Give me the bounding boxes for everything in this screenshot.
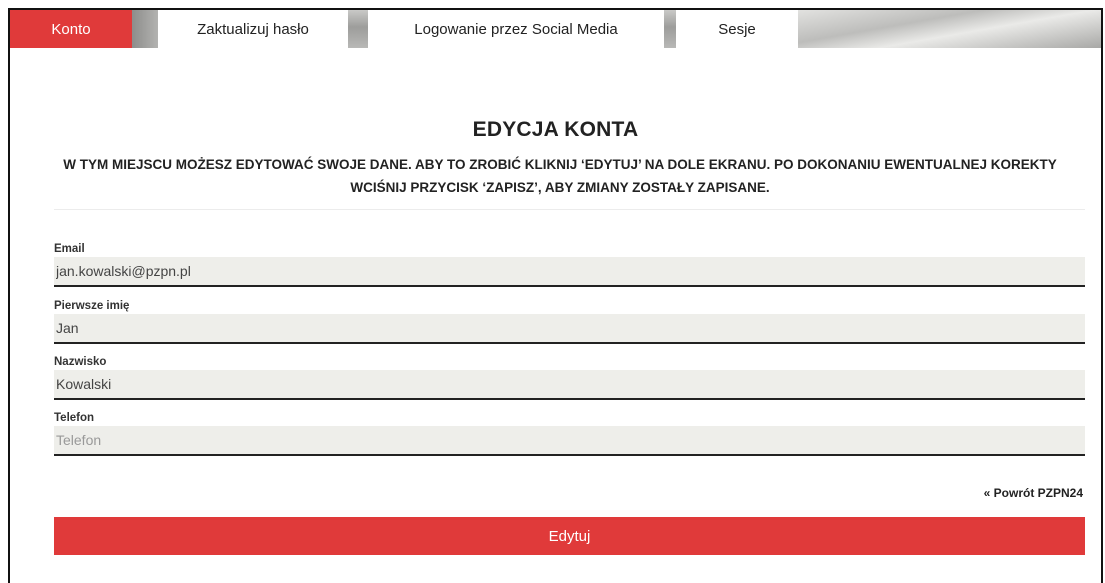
first-name-field[interactable]: [54, 314, 1085, 344]
tab-bar: Konto Zaktualizuj hasło Logowanie przez …: [10, 10, 1101, 48]
last-name-field-group: Nazwisko: [54, 354, 1085, 400]
header-background-image-right: [761, 10, 1101, 48]
email-field-group: Email: [54, 241, 1085, 287]
tab-update-password[interactable]: Zaktualizuj hasło: [158, 10, 348, 48]
first-name-field-group: Pierwsze imię: [54, 298, 1085, 344]
tab-social-login[interactable]: Logowanie przez Social Media: [368, 10, 664, 48]
page-description: W TYM MIEJSCU MOŻESZ EDYTOWAĆ SWOJE DANE…: [63, 157, 1057, 195]
page-title: EDYCJA KONTA: [472, 118, 639, 141]
phone-field-group: Telefon: [54, 410, 1085, 456]
last-name-label: Nazwisko: [54, 356, 107, 368]
last-name-field[interactable]: [54, 370, 1085, 400]
phone-field[interactable]: [54, 426, 1085, 456]
tab-konto[interactable]: Konto: [10, 10, 132, 48]
divider: [54, 209, 1085, 210]
tab-sessions[interactable]: Sesje: [676, 10, 798, 48]
phone-label: Telefon: [54, 412, 95, 424]
email-label: Email: [54, 243, 85, 255]
first-name-label: Pierwsze imię: [54, 300, 130, 312]
back-to-pzpn24-link[interactable]: « Powrót PZPN24: [984, 486, 1083, 500]
account-page: Konto Zaktualizuj hasło Logowanie przez …: [8, 8, 1103, 583]
email-field[interactable]: [54, 257, 1085, 287]
edit-button[interactable]: Edytuj: [54, 517, 1085, 555]
